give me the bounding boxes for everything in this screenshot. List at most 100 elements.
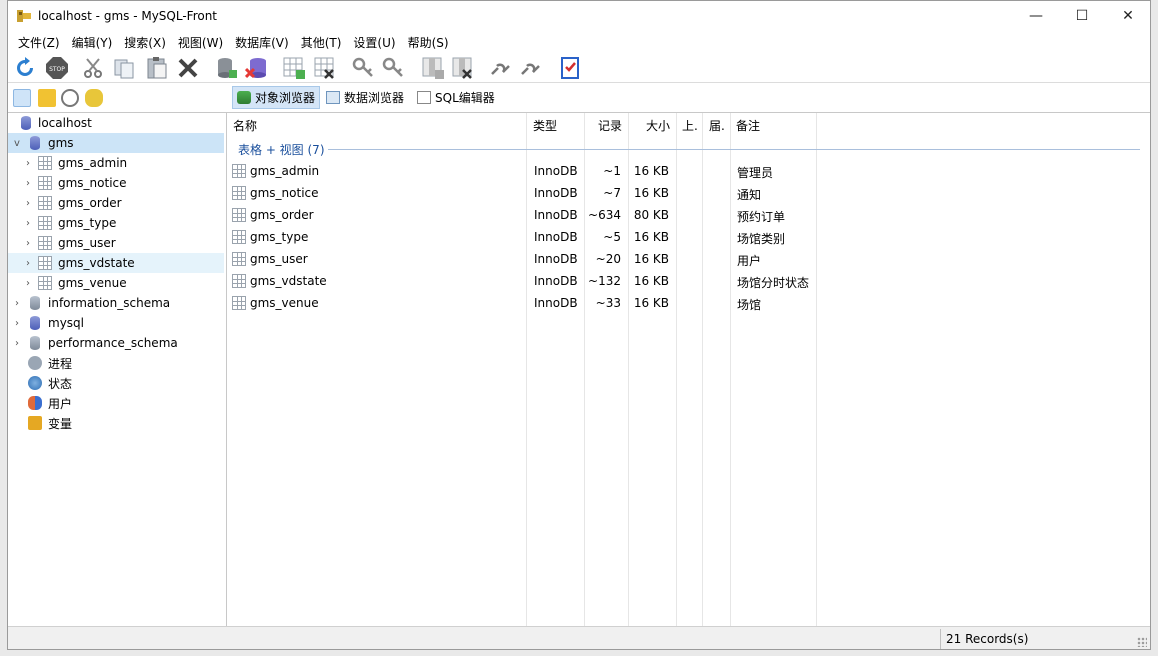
paste-icon[interactable] xyxy=(145,56,169,80)
chevron-right-icon[interactable]: › xyxy=(23,238,33,249)
refresh-icon[interactable] xyxy=(13,56,37,80)
chevron-right-icon[interactable]: › xyxy=(12,298,22,309)
menu-help[interactable]: 帮助(S) xyxy=(402,31,455,53)
tree-item-table[interactable]: › gms_venue xyxy=(8,273,226,293)
column-header-comment[interactable]: 备注 xyxy=(736,113,760,137)
chevron-right-icon[interactable]: › xyxy=(23,218,33,229)
tree-item-processes[interactable]: 进程 xyxy=(8,353,226,373)
cell-type: InnoDB xyxy=(534,296,578,310)
add-table-icon[interactable] xyxy=(282,56,306,80)
add-database-icon[interactable] xyxy=(215,56,239,80)
drop-field-icon[interactable] xyxy=(451,56,475,80)
table-icon xyxy=(232,274,246,288)
drop-foreign-key-icon[interactable] xyxy=(519,56,543,80)
group-header[interactable]: 表格 + 视图 (7) xyxy=(238,141,325,158)
add-field-icon[interactable] xyxy=(421,56,445,80)
table-row[interactable]: gms_user InnoDB ~20 16 KB 用户 xyxy=(228,248,828,270)
status-bar: 21 Records(s) xyxy=(8,626,1150,649)
table-row[interactable]: gms_order InnoDB ~634 80 KB 预约订单 xyxy=(228,204,828,226)
column-header-updated[interactable]: 上. xyxy=(682,113,698,137)
column-header-records[interactable]: 记录 xyxy=(598,113,622,137)
menu-other[interactable]: 其他(T) xyxy=(295,31,348,53)
menu-view[interactable]: 视图(W) xyxy=(172,31,229,53)
chevron-right-icon[interactable]: › xyxy=(12,338,22,349)
drop-database-icon[interactable] xyxy=(245,56,269,80)
maximize-button[interactable]: ☐ xyxy=(1059,1,1105,31)
sql-editor-icon xyxy=(417,91,431,104)
drop-table-icon[interactable] xyxy=(313,56,337,80)
cut-icon[interactable] xyxy=(82,56,106,80)
copy-icon[interactable] xyxy=(112,56,136,80)
tree-item-table[interactable]: › gms_user xyxy=(8,233,226,253)
table-row[interactable]: gms_vdstate InnoDB ~132 16 KB 场馆分时状态 xyxy=(228,270,828,292)
tree-item-table[interactable]: › gms_order xyxy=(8,193,226,213)
server-icon xyxy=(21,116,31,130)
tab-sql-editor[interactable]: SQL编辑器 xyxy=(413,86,499,109)
tree-item-gms[interactable]: v gms xyxy=(8,133,224,153)
cell-size: 16 KB xyxy=(633,186,669,200)
chevron-right-icon[interactable]: › xyxy=(23,158,33,169)
menu-file[interactable]: 文件(Z) xyxy=(12,31,66,53)
tree-item-table[interactable]: › gms_admin xyxy=(8,153,226,173)
tree-view-icon[interactable] xyxy=(13,89,31,107)
add-key-icon[interactable] xyxy=(352,56,376,80)
table-icon xyxy=(38,256,52,270)
add-foreign-key-icon[interactable] xyxy=(489,56,513,80)
history-icon[interactable] xyxy=(61,89,79,107)
table-icon xyxy=(38,276,52,290)
tree-item-database[interactable]: › information_schema xyxy=(8,293,226,313)
menu-bar: 文件(Z) 编辑(Y) 搜索(X) 视图(W) 数据库(V) 其他(T) 设置(… xyxy=(8,31,1150,53)
table-row[interactable]: gms_venue InnoDB ~33 16 KB 场馆 xyxy=(228,292,828,314)
menu-search[interactable]: 搜索(X) xyxy=(118,31,172,53)
cell-type: InnoDB xyxy=(534,230,578,244)
cell-type: InnoDB xyxy=(534,274,578,288)
tree-item-localhost[interactable]: localhost xyxy=(8,113,226,133)
cell-size: 16 KB xyxy=(633,164,669,178)
menu-settings[interactable]: 设置(U) xyxy=(347,31,401,53)
minimize-button[interactable]: — xyxy=(1013,1,1059,31)
resize-grip-icon[interactable] xyxy=(1137,637,1147,647)
cell-size: 80 KB xyxy=(633,208,669,222)
cell-size: 16 KB xyxy=(633,252,669,266)
tree-item-users[interactable]: 用户 xyxy=(8,393,226,413)
chevron-right-icon[interactable]: › xyxy=(23,198,33,209)
chevron-right-icon[interactable]: › xyxy=(23,258,33,269)
chevron-down-icon[interactable]: v xyxy=(12,138,22,149)
table-row[interactable]: gms_type InnoDB ~5 16 KB 场馆类别 xyxy=(228,226,828,248)
column-header-attributes[interactable]: 届. xyxy=(709,113,725,137)
object-browser-icon xyxy=(237,91,251,104)
tree-item-table[interactable]: › gms_notice xyxy=(8,173,226,193)
table-row[interactable]: gms_notice InnoDB ~7 16 KB 通知 xyxy=(228,182,828,204)
tab-object-browser[interactable]: 对象浏览器 xyxy=(232,86,321,109)
checklist-icon[interactable] xyxy=(558,56,582,80)
chevron-right-icon[interactable]: › xyxy=(12,318,22,329)
footprints-icon[interactable] xyxy=(85,89,103,107)
delete-icon[interactable] xyxy=(176,56,200,80)
tree-item-table[interactable]: › gms_type xyxy=(8,213,226,233)
cell-type: InnoDB xyxy=(534,252,578,266)
column-header-type[interactable]: 类型 xyxy=(533,113,557,137)
chevron-right-icon[interactable]: › xyxy=(23,278,33,289)
tree-label: localhost xyxy=(38,116,92,130)
tree-item-status[interactable]: 状态 xyxy=(8,373,226,393)
tree-item-database[interactable]: › mysql xyxy=(8,313,226,333)
tree-item-table[interactable]: › gms_vdstate xyxy=(8,253,224,273)
menu-edit[interactable]: 编辑(Y) xyxy=(66,31,119,53)
column-header-name[interactable]: 名称 xyxy=(233,113,257,137)
menu-database[interactable]: 数据库(V) xyxy=(229,31,295,53)
view-toolbar: 对象浏览器 数据浏览器 SQL编辑器 xyxy=(8,83,1150,113)
tree-label: mysql xyxy=(48,316,84,330)
table-icon xyxy=(232,208,246,222)
drop-key-icon[interactable] xyxy=(382,56,406,80)
chevron-right-icon[interactable]: › xyxy=(23,178,33,189)
tree-item-variables[interactable]: 变量 xyxy=(8,413,226,433)
cell-records: ~132 xyxy=(588,274,621,288)
close-button[interactable]: ✕ xyxy=(1105,1,1150,31)
column-header-size[interactable]: 大小 xyxy=(646,113,670,137)
table-row[interactable]: gms_admin InnoDB ~1 16 KB 管理员 xyxy=(228,160,828,182)
bookmark-icon[interactable] xyxy=(38,89,56,107)
tree-item-database[interactable]: › performance_schema xyxy=(8,333,226,353)
tab-data-browser[interactable]: 数据浏览器 xyxy=(322,86,408,109)
main-toolbar: STOP xyxy=(8,53,1150,83)
stop-icon[interactable]: STOP xyxy=(45,56,69,80)
